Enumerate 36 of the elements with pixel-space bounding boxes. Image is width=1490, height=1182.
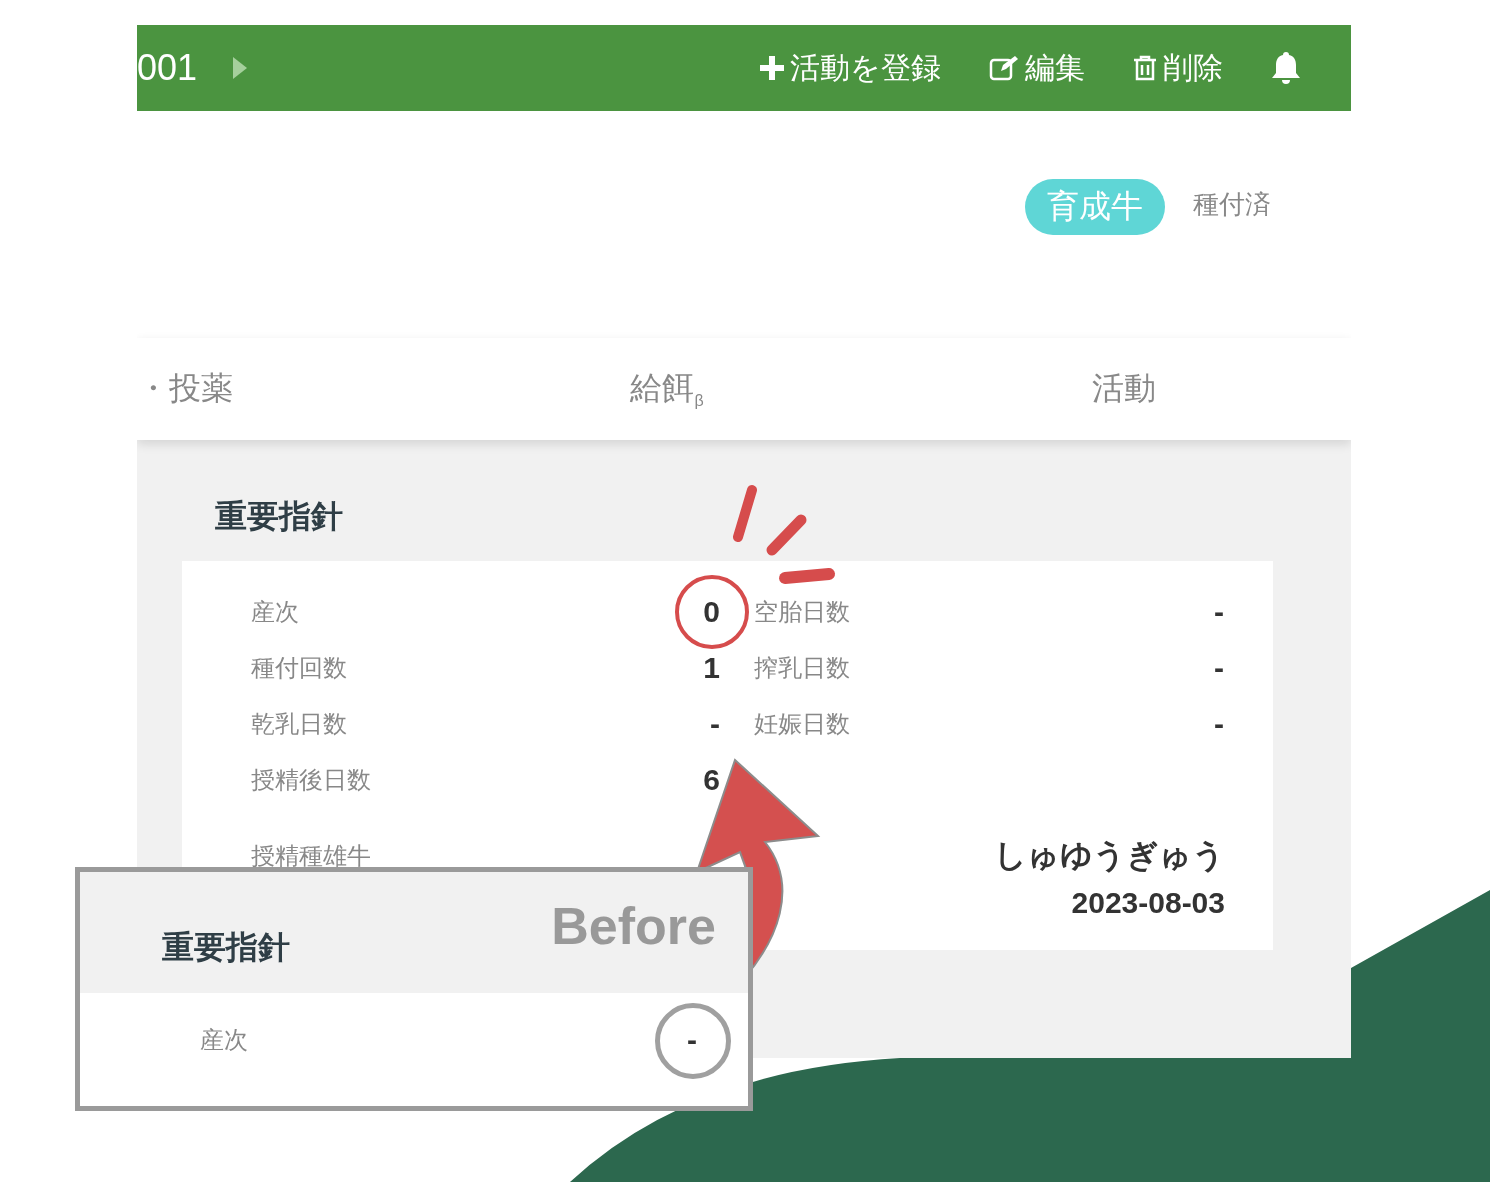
tab[interactable]: 活動 bbox=[897, 367, 1351, 411]
indicator-label: 妊娠日数 bbox=[754, 709, 850, 739]
indicator-label: 授精後日数 bbox=[251, 765, 371, 795]
add-button[interactable]: 活動を登録 bbox=[760, 47, 941, 89]
edit-button[interactable]: 編集 bbox=[989, 47, 1085, 89]
section-title: 重要指針 bbox=[162, 928, 290, 967]
indicator-label: 産次 bbox=[200, 1025, 248, 1055]
indicator-value: - bbox=[1214, 707, 1224, 741]
indicator-value: 0 bbox=[703, 595, 720, 629]
indicator-label: 産次 bbox=[251, 597, 299, 627]
delete-button[interactable]: 削除 bbox=[1133, 47, 1223, 89]
status-tag: 種付済 bbox=[1193, 179, 1271, 230]
bell-icon[interactable] bbox=[1271, 52, 1301, 84]
indicator-label: 搾乳日数 bbox=[754, 653, 850, 683]
indicator-value: 1 bbox=[703, 651, 720, 685]
before-caption: Before bbox=[551, 896, 716, 956]
section-title: 重要指針 bbox=[215, 497, 344, 536]
indicator-value: しゅゆうぎゅう bbox=[994, 836, 1225, 875]
indicator-value: - bbox=[710, 707, 720, 741]
trash-icon bbox=[1133, 55, 1157, 81]
caret-icon[interactable] bbox=[233, 57, 248, 79]
indicator-label: 乾乳日数 bbox=[251, 709, 347, 739]
indicator-value: - bbox=[1214, 595, 1224, 629]
tab[interactable]: 給餌$_{β}$ bbox=[437, 367, 897, 411]
tab[interactable]: ・投薬 bbox=[137, 367, 437, 411]
plus-icon bbox=[760, 56, 784, 80]
record-title: 001 bbox=[137, 47, 198, 89]
date-value: 2023-08-03 bbox=[1070, 886, 1225, 920]
indicator-label: 種付回数 bbox=[251, 653, 347, 683]
indicator-value: 6 bbox=[703, 763, 720, 797]
indicator-value: - bbox=[687, 1023, 697, 1057]
indicator-value: - bbox=[1214, 651, 1224, 685]
status-tag: 育成牛 bbox=[1025, 179, 1165, 235]
indicator-label: 授精種雄牛 bbox=[251, 841, 371, 871]
indicator-label: 空胎日数 bbox=[754, 597, 850, 627]
edit-icon bbox=[989, 55, 1019, 81]
